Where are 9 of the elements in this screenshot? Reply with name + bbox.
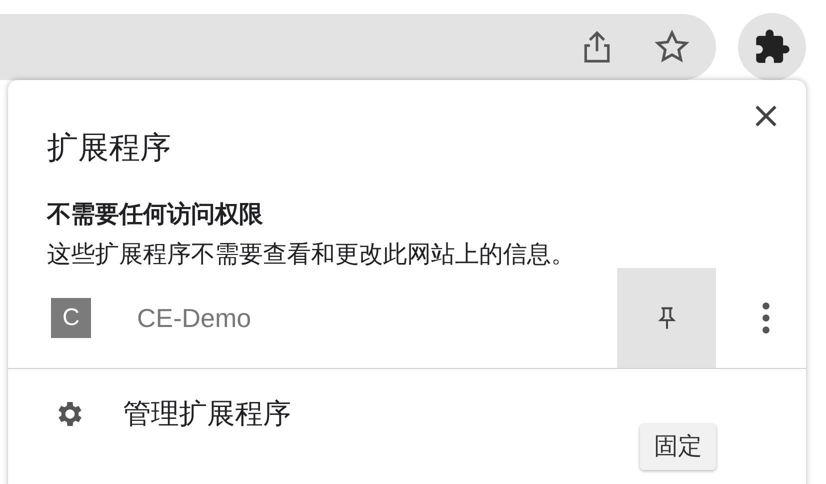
star-icon[interactable]: [654, 29, 690, 65]
puzzle-icon: [753, 28, 791, 66]
section-heading: 不需要任何访问权限: [46, 200, 264, 230]
section-description: 这些扩展程序不需要查看和更改此网站上的信息。: [46, 240, 576, 270]
popup-title: 扩展程序: [47, 129, 171, 167]
extension-name[interactable]: CE-Demo: [137, 298, 617, 338]
tooltip: 固定: [640, 424, 716, 470]
manage-extensions-link[interactable]: 管理扩展程序: [123, 393, 291, 435]
extension-icon: C: [51, 298, 91, 338]
